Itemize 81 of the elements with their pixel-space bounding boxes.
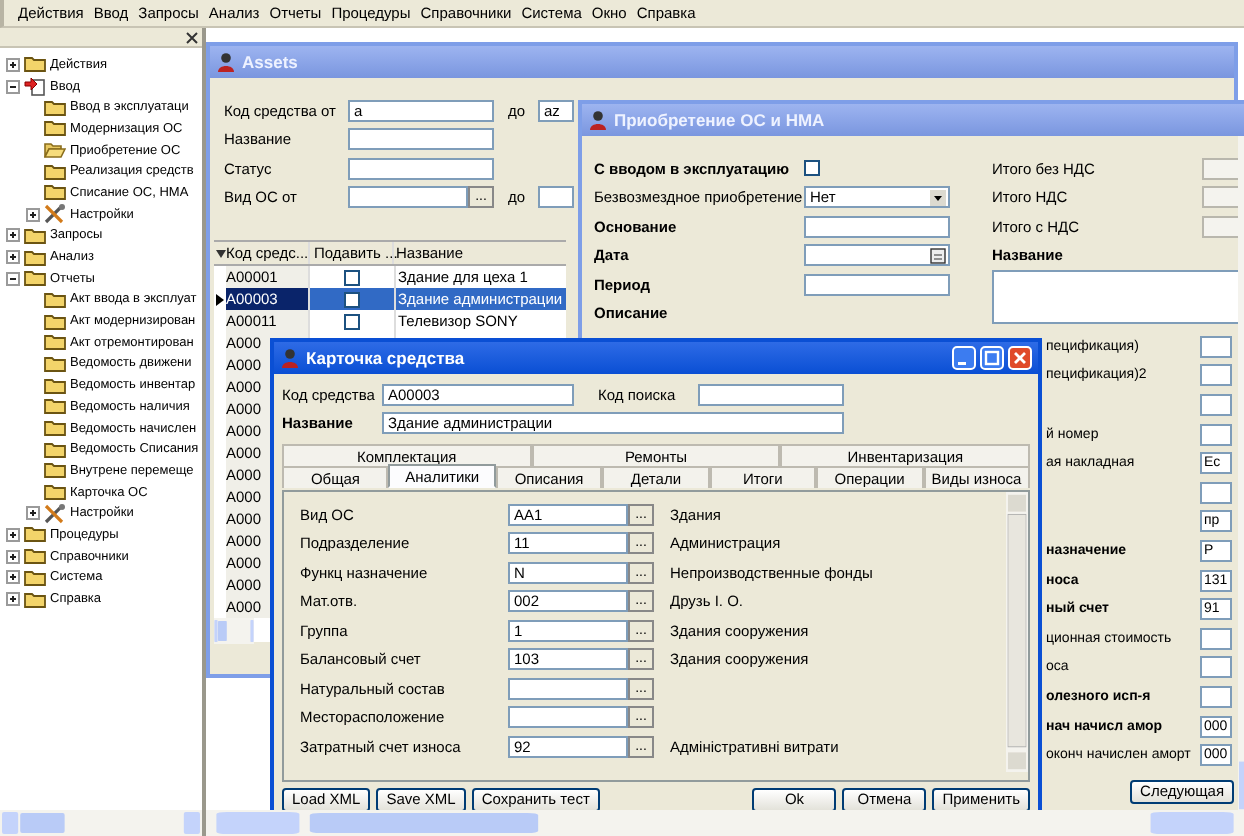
tools-icon [44,204,66,225]
expand-icon[interactable] [26,506,40,521]
input-field[interactable] [1200,481,1232,504]
input-field[interactable] [1200,335,1232,358]
title-bar[interactable]: Карточка средства [274,342,1038,374]
input-field [1202,157,1242,180]
date-field[interactable] [804,244,950,267]
folder-icon [44,484,66,501]
collapse-icon[interactable] [6,79,20,94]
input-field[interactable] [1200,685,1232,708]
folder-icon [24,249,46,266]
folder-icon [24,526,46,543]
calendar-icon[interactable] [930,247,946,264]
folder-icon [44,184,66,201]
folder-icon [44,99,66,116]
input-field[interactable] [508,677,628,700]
folder-icon [44,420,66,437]
input-field [1202,186,1242,209]
input-field[interactable] [348,157,494,180]
folder-icon [24,548,46,565]
folder-icon [44,334,66,351]
folder-icon [44,120,66,137]
folder-icon [44,291,66,308]
app-icon [280,348,300,368]
minimize-button[interactable] [952,346,976,370]
maximize-button[interactable] [980,346,1004,370]
folder-icon [44,355,66,372]
app-icon [588,110,608,130]
expand-icon[interactable] [6,57,20,72]
dropdown-arrow-icon [930,189,946,206]
expand-icon[interactable] [6,250,20,265]
checkbox[interactable] [804,160,820,177]
input-field[interactable] [348,128,494,151]
folder-icon [24,591,46,608]
folder-icon [44,377,66,394]
input-field[interactable] [1200,364,1232,387]
vertical-scrollbar[interactable] [1006,492,1028,772]
window-title: Карточка средства [306,348,465,368]
folder-icon [24,227,46,244]
folder-icon [24,569,46,586]
expand-icon[interactable] [6,570,20,585]
checkbox[interactable] [344,291,360,307]
input-field[interactable] [698,383,844,405]
folder-icon [24,56,46,73]
input-field[interactable] [508,706,628,729]
window-title: Приобретение ОС и НМА [614,110,825,130]
horizontal-scrollbar[interactable] [206,810,1244,836]
text-area[interactable] [992,270,1242,324]
expand-icon[interactable] [26,207,40,222]
window-title: Assets [242,52,298,72]
checkbox[interactable] [344,313,360,329]
input-field[interactable] [1200,423,1232,446]
folder-icon [44,441,66,458]
close-icon[interactable] [186,31,198,43]
filter-icon[interactable] [215,249,225,257]
app-icon [216,52,236,72]
folder-icon [24,270,46,287]
input-field[interactable] [804,273,950,296]
input-field[interactable] [1200,656,1232,679]
folder-icon [44,163,66,180]
expand-icon[interactable] [6,228,20,243]
expand-icon[interactable] [6,527,20,542]
input-field[interactable] [804,215,950,238]
expand-icon[interactable] [6,592,20,607]
checkbox[interactable] [344,269,360,285]
input-field[interactable] [348,186,468,209]
input-field[interactable] [538,186,574,209]
input-field[interactable] [1200,627,1232,650]
open-folder-icon [44,142,66,159]
horizontal-scrollbar[interactable] [0,810,202,836]
folder-icon [44,313,66,330]
expand-icon[interactable] [6,549,20,564]
close-button[interactable] [1008,346,1032,370]
document-arrow-icon [24,76,46,97]
input-field[interactable] [1200,393,1232,416]
collapse-icon[interactable] [6,271,20,286]
folder-icon [44,462,66,479]
folder-icon [44,398,66,415]
input-field [1202,215,1242,238]
horizontal-scrollbar[interactable] [214,618,254,644]
tools-icon [44,503,66,524]
